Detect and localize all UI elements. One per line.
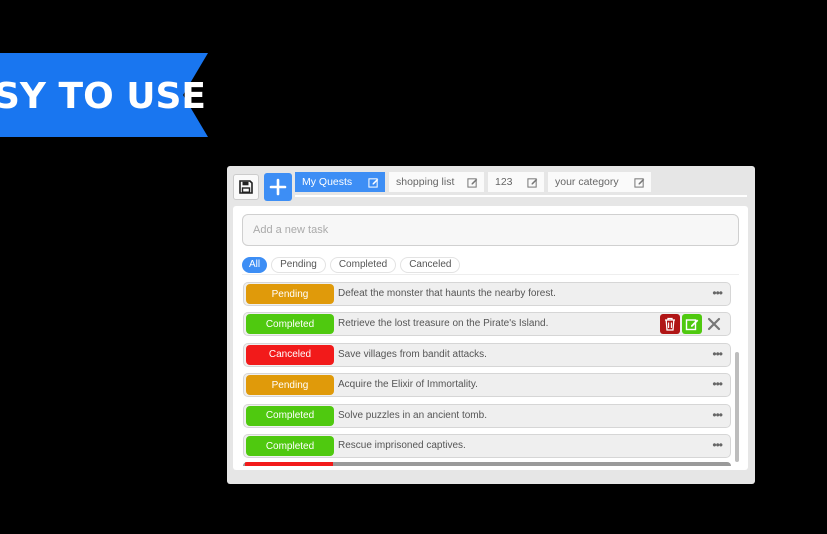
task-panel: AllPendingCompletedCanceled PendingDefea… [233, 206, 748, 470]
edit-icon [527, 177, 538, 188]
category-tabs: My Quests shopping list 123 your category [295, 172, 651, 192]
filter-completed[interactable]: Completed [329, 257, 397, 273]
new-task-input[interactable] [242, 214, 739, 246]
add-category-button[interactable] [264, 173, 292, 201]
tab-label: 123 [495, 176, 513, 188]
tab-label: shopping list [396, 176, 455, 188]
tab-label: My Quests [302, 176, 353, 188]
task-row[interactable]: Pending Acquire the Elixir of Immortality… [243, 373, 731, 398]
more-options-icon[interactable]: ••• [712, 347, 723, 361]
task-row[interactable]: Completed Solve puzzles in an ancient tom… [243, 403, 731, 428]
tab-my-quests[interactable]: My Quests [295, 172, 385, 192]
delete-task-button[interactable] [660, 314, 680, 335]
more-options-icon[interactable]: ••• [712, 408, 723, 422]
filter-canceled[interactable]: Canceled [400, 257, 461, 273]
task-row-partial [243, 462, 731, 466]
edit-icon [685, 319, 699, 331]
scrollbar-thumb[interactable] [735, 352, 739, 462]
plus-icon [269, 178, 287, 196]
filter-divider [242, 274, 739, 275]
edit-task-button[interactable] [682, 314, 702, 335]
task-description: Solve puzzles in an ancient tomb. [338, 409, 487, 421]
status-badge[interactable]: Completed [246, 436, 334, 456]
tab-label: your category [555, 176, 619, 188]
tab-underline [295, 195, 747, 197]
task-row[interactable]: Completed Rescue imprisoned captives. ••• [243, 434, 731, 458]
task-description: Acquire the Elixir of Immortality. [338, 379, 478, 391]
task-row[interactable]: Pending Defeat the monster that haunts th… [243, 282, 731, 306]
status-filters: All Pending Completed Canceled [242, 257, 461, 273]
status-badge-partial [245, 462, 333, 466]
status-badge[interactable]: Completed [246, 314, 334, 335]
task-actions [660, 314, 724, 335]
tab-your-category[interactable]: your category [548, 172, 651, 192]
task-list[interactable]: Pending Defeat the monster that haunts th… [243, 282, 731, 466]
task-row[interactable]: Canceled Save villages from bandit attack… [243, 342, 731, 367]
save-button[interactable] [233, 174, 259, 200]
cancel-task-button[interactable] [704, 314, 724, 334]
filter-all[interactable]: All [242, 257, 268, 273]
status-badge[interactable]: Pending [246, 375, 334, 396]
tab-123[interactable]: 123 [488, 172, 544, 192]
status-badge[interactable]: Completed [246, 405, 334, 426]
tab-shopping-list[interactable]: shopping list [389, 172, 484, 192]
status-badge[interactable]: Canceled [246, 344, 334, 365]
edit-icon [634, 177, 645, 188]
more-options-icon[interactable]: ••• [712, 438, 723, 452]
more-options-icon[interactable]: ••• [712, 377, 723, 391]
task-description: Save villages from bandit attacks. [338, 348, 487, 360]
promo-banner-text: SY TO USE [0, 76, 206, 117]
todo-app-window: My Quests shopping list 123 your category A… [227, 166, 755, 484]
task-description: Defeat the monster that haunts the nearb… [338, 288, 556, 299]
edit-icon [467, 177, 478, 188]
trash-icon [665, 318, 675, 332]
more-options-icon[interactable]: ••• [712, 286, 723, 300]
task-description: Rescue imprisoned captives. [338, 440, 466, 451]
status-badge[interactable]: Pending [246, 284, 334, 304]
floppy-disk-icon [239, 180, 253, 194]
filter-pending[interactable]: Pending [271, 257, 326, 273]
edit-icon [368, 177, 379, 188]
close-icon [707, 318, 721, 331]
task-description: Retrieve the lost treasure on the Pirate… [338, 318, 549, 330]
task-row[interactable]: Completed Retrieve the lost treasure on t… [243, 312, 731, 337]
task-list-scrollbar[interactable] [735, 282, 740, 466]
